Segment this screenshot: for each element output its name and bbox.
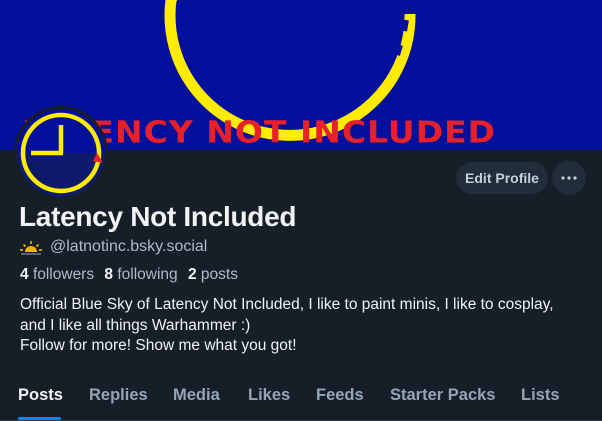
tab-starter-packs[interactable]: Starter Packs bbox=[390, 386, 496, 405]
active-tab-indicator bbox=[18, 417, 61, 420]
tab-likes[interactable]: Likes bbox=[248, 386, 290, 405]
banner-title: LATENCY NOT INCLUDED bbox=[22, 114, 497, 150]
followers-link[interactable]: 4 followers bbox=[20, 266, 94, 283]
profile-stats: 4 followers 8 following 2 posts bbox=[20, 266, 244, 284]
edit-profile-button[interactable]: Edit Profile bbox=[456, 162, 548, 194]
ellipsis-icon bbox=[561, 176, 577, 180]
more-options-button[interactable] bbox=[552, 161, 586, 195]
bio-line: Official Blue Sky of Latency Not Include… bbox=[20, 296, 554, 313]
tab-lists[interactable]: Lists bbox=[521, 386, 560, 405]
tab-media[interactable]: Media bbox=[173, 386, 220, 405]
avatar[interactable] bbox=[14, 106, 108, 200]
sun-weather-icon bbox=[20, 241, 42, 255]
tab-replies[interactable]: Replies bbox=[89, 386, 148, 405]
profile-handle[interactable]: @latnotinc.bsky.social bbox=[50, 238, 207, 256]
posts-count: 2 posts bbox=[187, 266, 238, 283]
bio-line: and I like all things Warhammer :) bbox=[20, 316, 251, 334]
profile-bio: Official Blue Sky of Latency Not Include… bbox=[20, 295, 595, 357]
tab-feeds[interactable]: Feeds bbox=[316, 386, 364, 405]
clock-logo-icon bbox=[17, 109, 105, 197]
tab-posts[interactable]: Posts bbox=[18, 386, 63, 405]
display-name: Latency Not Included bbox=[19, 201, 297, 232]
profile-tabs: Posts Replies Media Likes Feeds Starter … bbox=[0, 374, 602, 421]
bio-line: Follow for more! Show me what you got! bbox=[20, 337, 297, 354]
following-link[interactable]: 8 following bbox=[104, 266, 177, 283]
